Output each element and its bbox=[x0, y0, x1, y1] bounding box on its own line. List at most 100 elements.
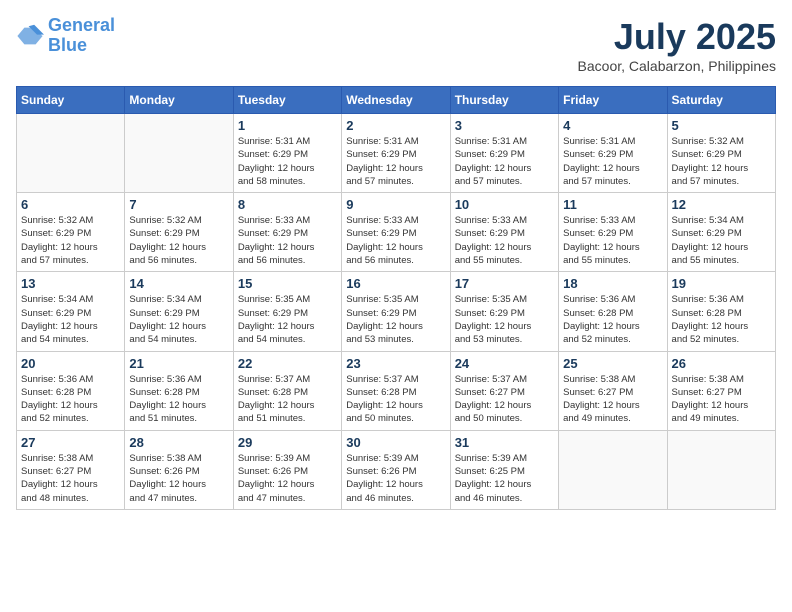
calendar-cell: 16 Sunrise: 5:35 AM Sunset: 6:29 PM Dayli… bbox=[342, 272, 450, 351]
calendar-cell: 17 Sunrise: 5:35 AM Sunset: 6:29 PM Dayli… bbox=[450, 272, 558, 351]
day-info: Sunrise: 5:39 AM Sunset: 6:26 PM Dayligh… bbox=[238, 452, 337, 505]
day-info: Sunrise: 5:36 AM Sunset: 6:28 PM Dayligh… bbox=[21, 373, 120, 426]
day-info: Sunrise: 5:31 AM Sunset: 6:29 PM Dayligh… bbox=[563, 135, 662, 188]
day-info: Sunrise: 5:32 AM Sunset: 6:29 PM Dayligh… bbox=[21, 214, 120, 267]
calendar-cell: 24 Sunrise: 5:37 AM Sunset: 6:27 PM Dayli… bbox=[450, 351, 558, 430]
day-number: 18 bbox=[563, 276, 662, 291]
day-number: 8 bbox=[238, 197, 337, 212]
day-number: 6 bbox=[21, 197, 120, 212]
day-number: 7 bbox=[129, 197, 228, 212]
day-number: 5 bbox=[672, 118, 771, 133]
calendar-cell bbox=[559, 430, 667, 509]
day-info: Sunrise: 5:33 AM Sunset: 6:29 PM Dayligh… bbox=[346, 214, 445, 267]
weekday-header: Tuesday bbox=[233, 87, 341, 114]
day-number: 3 bbox=[455, 118, 554, 133]
weekday-header: Monday bbox=[125, 87, 233, 114]
day-number: 31 bbox=[455, 435, 554, 450]
calendar-cell: 6 Sunrise: 5:32 AM Sunset: 6:29 PM Daylig… bbox=[17, 193, 125, 272]
day-number: 21 bbox=[129, 356, 228, 371]
day-info: Sunrise: 5:37 AM Sunset: 6:27 PM Dayligh… bbox=[455, 373, 554, 426]
calendar-week-row: 27Sunrise: 5:38 AM Sunset: 6:27 PM Dayli… bbox=[17, 430, 776, 509]
day-number: 19 bbox=[672, 276, 771, 291]
day-number: 23 bbox=[346, 356, 445, 371]
weekday-header: Wednesday bbox=[342, 87, 450, 114]
weekday-header: Sunday bbox=[17, 87, 125, 114]
weekday-header: Thursday bbox=[450, 87, 558, 114]
logo-text: GeneralBlue bbox=[48, 16, 115, 56]
day-info: Sunrise: 5:35 AM Sunset: 6:29 PM Dayligh… bbox=[238, 293, 337, 346]
page-header: GeneralBlue July 2025 Bacoor, Calabarzon… bbox=[16, 16, 776, 74]
day-info: Sunrise: 5:33 AM Sunset: 6:29 PM Dayligh… bbox=[455, 214, 554, 267]
calendar-week-row: 20Sunrise: 5:36 AM Sunset: 6:28 PM Dayli… bbox=[17, 351, 776, 430]
calendar-cell: 5 Sunrise: 5:32 AM Sunset: 6:29 PM Daylig… bbox=[667, 114, 775, 193]
day-info: Sunrise: 5:31 AM Sunset: 6:29 PM Dayligh… bbox=[238, 135, 337, 188]
day-info: Sunrise: 5:31 AM Sunset: 6:29 PM Dayligh… bbox=[346, 135, 445, 188]
day-info: Sunrise: 5:39 AM Sunset: 6:26 PM Dayligh… bbox=[346, 452, 445, 505]
day-number: 17 bbox=[455, 276, 554, 291]
day-number: 22 bbox=[238, 356, 337, 371]
calendar-week-row: 1Sunrise: 5:31 AM Sunset: 6:29 PM Daylig… bbox=[17, 114, 776, 193]
day-number: 9 bbox=[346, 197, 445, 212]
day-number: 29 bbox=[238, 435, 337, 450]
day-info: Sunrise: 5:37 AM Sunset: 6:28 PM Dayligh… bbox=[346, 373, 445, 426]
calendar-cell: 4 Sunrise: 5:31 AM Sunset: 6:29 PM Daylig… bbox=[559, 114, 667, 193]
calendar-cell: 26 Sunrise: 5:38 AM Sunset: 6:27 PM Dayli… bbox=[667, 351, 775, 430]
day-number: 24 bbox=[455, 356, 554, 371]
calendar-cell: 12 Sunrise: 5:34 AM Sunset: 6:29 PM Dayli… bbox=[667, 193, 775, 272]
day-number: 25 bbox=[563, 356, 662, 371]
calendar-cell: 7 Sunrise: 5:32 AM Sunset: 6:29 PM Daylig… bbox=[125, 193, 233, 272]
calendar: SundayMondayTuesdayWednesdayThursdayFrid… bbox=[16, 86, 776, 510]
calendar-cell: 11 Sunrise: 5:33 AM Sunset: 6:29 PM Dayli… bbox=[559, 193, 667, 272]
calendar-cell: 22 Sunrise: 5:37 AM Sunset: 6:28 PM Dayli… bbox=[233, 351, 341, 430]
day-number: 11 bbox=[563, 197, 662, 212]
day-info: Sunrise: 5:38 AM Sunset: 6:26 PM Dayligh… bbox=[129, 452, 228, 505]
day-info: Sunrise: 5:36 AM Sunset: 6:28 PM Dayligh… bbox=[129, 373, 228, 426]
logo: GeneralBlue bbox=[16, 16, 115, 56]
day-info: Sunrise: 5:35 AM Sunset: 6:29 PM Dayligh… bbox=[455, 293, 554, 346]
calendar-cell: 25 Sunrise: 5:38 AM Sunset: 6:27 PM Dayli… bbox=[559, 351, 667, 430]
day-number: 4 bbox=[563, 118, 662, 133]
day-info: Sunrise: 5:39 AM Sunset: 6:25 PM Dayligh… bbox=[455, 452, 554, 505]
day-number: 26 bbox=[672, 356, 771, 371]
calendar-cell: 19 Sunrise: 5:36 AM Sunset: 6:28 PM Dayli… bbox=[667, 272, 775, 351]
day-number: 14 bbox=[129, 276, 228, 291]
day-info: Sunrise: 5:38 AM Sunset: 6:27 PM Dayligh… bbox=[563, 373, 662, 426]
day-info: Sunrise: 5:36 AM Sunset: 6:28 PM Dayligh… bbox=[672, 293, 771, 346]
calendar-cell: 9 Sunrise: 5:33 AM Sunset: 6:29 PM Daylig… bbox=[342, 193, 450, 272]
calendar-cell: 28 Sunrise: 5:38 AM Sunset: 6:26 PM Dayli… bbox=[125, 430, 233, 509]
calendar-cell: 2 Sunrise: 5:31 AM Sunset: 6:29 PM Daylig… bbox=[342, 114, 450, 193]
calendar-cell: 10 Sunrise: 5:33 AM Sunset: 6:29 PM Dayli… bbox=[450, 193, 558, 272]
day-number: 12 bbox=[672, 197, 771, 212]
day-info: Sunrise: 5:32 AM Sunset: 6:29 PM Dayligh… bbox=[672, 135, 771, 188]
day-info: Sunrise: 5:34 AM Sunset: 6:29 PM Dayligh… bbox=[672, 214, 771, 267]
calendar-cell: 29 Sunrise: 5:39 AM Sunset: 6:26 PM Dayli… bbox=[233, 430, 341, 509]
weekday-header: Saturday bbox=[667, 87, 775, 114]
day-info: Sunrise: 5:34 AM Sunset: 6:29 PM Dayligh… bbox=[129, 293, 228, 346]
day-info: Sunrise: 5:37 AM Sunset: 6:28 PM Dayligh… bbox=[238, 373, 337, 426]
calendar-cell: 18 Sunrise: 5:36 AM Sunset: 6:28 PM Dayli… bbox=[559, 272, 667, 351]
day-number: 15 bbox=[238, 276, 337, 291]
day-info: Sunrise: 5:31 AM Sunset: 6:29 PM Dayligh… bbox=[455, 135, 554, 188]
day-info: Sunrise: 5:33 AM Sunset: 6:29 PM Dayligh… bbox=[563, 214, 662, 267]
day-number: 10 bbox=[455, 197, 554, 212]
day-info: Sunrise: 5:38 AM Sunset: 6:27 PM Dayligh… bbox=[672, 373, 771, 426]
day-info: Sunrise: 5:35 AM Sunset: 6:29 PM Dayligh… bbox=[346, 293, 445, 346]
calendar-cell: 20Sunrise: 5:36 AM Sunset: 6:28 PM Dayli… bbox=[17, 351, 125, 430]
day-info: Sunrise: 5:32 AM Sunset: 6:29 PM Dayligh… bbox=[129, 214, 228, 267]
title-block: July 2025 Bacoor, Calabarzon, Philippine… bbox=[578, 16, 776, 74]
day-number: 2 bbox=[346, 118, 445, 133]
calendar-cell: 3 Sunrise: 5:31 AM Sunset: 6:29 PM Daylig… bbox=[450, 114, 558, 193]
location: Bacoor, Calabarzon, Philippines bbox=[578, 58, 776, 74]
month-title: July 2025 bbox=[578, 16, 776, 58]
calendar-cell bbox=[667, 430, 775, 509]
day-number: 28 bbox=[129, 435, 228, 450]
weekday-header: Friday bbox=[559, 87, 667, 114]
day-number: 30 bbox=[346, 435, 445, 450]
calendar-cell: 21 Sunrise: 5:36 AM Sunset: 6:28 PM Dayli… bbox=[125, 351, 233, 430]
day-number: 13 bbox=[21, 276, 120, 291]
day-info: Sunrise: 5:36 AM Sunset: 6:28 PM Dayligh… bbox=[563, 293, 662, 346]
calendar-cell: 31 Sunrise: 5:39 AM Sunset: 6:25 PM Dayli… bbox=[450, 430, 558, 509]
calendar-cell: 14 Sunrise: 5:34 AM Sunset: 6:29 PM Dayli… bbox=[125, 272, 233, 351]
logo-icon bbox=[16, 22, 44, 50]
day-number: 16 bbox=[346, 276, 445, 291]
